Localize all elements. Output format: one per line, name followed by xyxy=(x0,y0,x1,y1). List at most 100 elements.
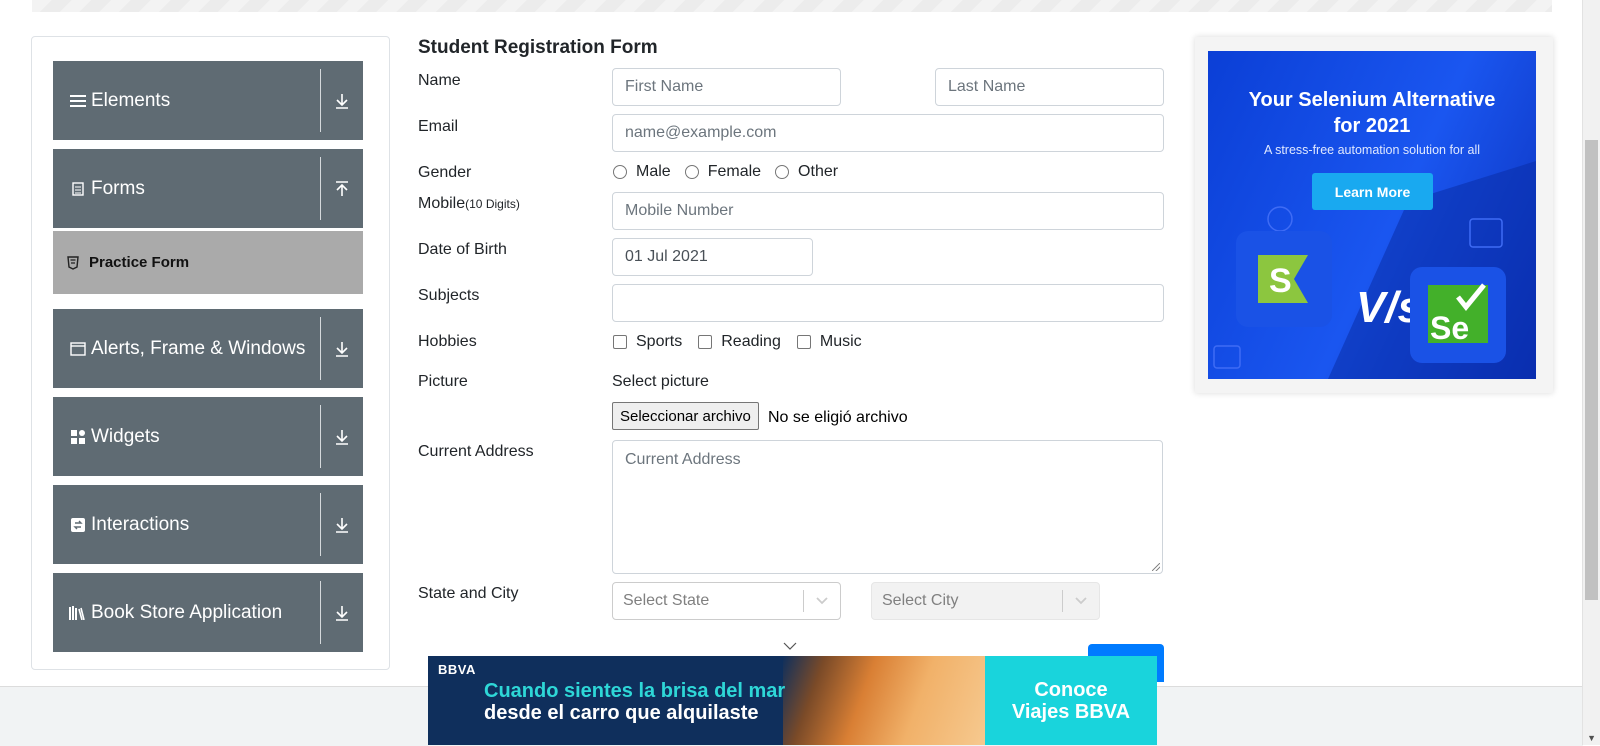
mobile-input[interactable] xyxy=(612,192,1164,230)
divider xyxy=(320,493,321,556)
expand-arrow-icon[interactable] xyxy=(329,485,355,564)
choose-file-button[interactable]: Seleccionar archivo xyxy=(612,402,759,430)
hobby-reading-label: Reading xyxy=(721,333,781,350)
hobby-music-option[interactable]: Music xyxy=(796,333,862,351)
ad-cta-line2: Viajes BBVA xyxy=(1011,700,1131,723)
document-icon xyxy=(69,180,87,198)
learn-more-button[interactable]: Learn More xyxy=(1312,173,1433,210)
divider xyxy=(320,317,321,380)
scroll-down-arrow-icon[interactable]: ▼ xyxy=(1587,733,1596,743)
expand-arrow-icon[interactable] xyxy=(329,573,355,652)
email-input[interactable] xyxy=(612,114,1164,152)
last-name-input[interactable] xyxy=(935,68,1164,106)
sidebar-group-book-store[interactable]: Book Store Application xyxy=(53,573,363,652)
sidebar-group-forms[interactable]: Forms xyxy=(53,149,363,228)
ad-subtitle: A stress-free automation solution for al… xyxy=(1263,143,1481,157)
mobile-hint: (10 Digits) xyxy=(465,197,520,211)
scrollbar-thumb[interactable] xyxy=(1585,140,1598,600)
state-select[interactable]: Select State xyxy=(612,582,841,620)
name-label: Name xyxy=(418,72,461,89)
sidebar-group-label: Book Store Application xyxy=(91,601,283,623)
ad-cta-line1: Conoce xyxy=(1034,678,1108,701)
expand-arrow-icon[interactable] xyxy=(329,309,355,388)
bottom-ad-banner[interactable]: BBVA Cuando sientes la brisa del mar des… xyxy=(428,656,1157,745)
hobby-sports-option[interactable]: Sports xyxy=(613,333,682,351)
sidebar-group-label: Widgets xyxy=(91,425,160,447)
bbva-logo: BBVA xyxy=(438,662,476,677)
page-scrollbar[interactable]: ▼ xyxy=(1582,0,1600,745)
chevron-down-icon[interactable] xyxy=(783,641,797,651)
expand-arrow-icon[interactable] xyxy=(329,397,355,476)
widgets-icon xyxy=(69,428,87,446)
ad-title-line2: for 2021 xyxy=(1333,115,1411,137)
dob-label: Date of Birth xyxy=(418,241,507,258)
divider xyxy=(320,581,321,644)
radio-button[interactable] xyxy=(613,165,627,179)
checkbox[interactable] xyxy=(613,335,627,349)
divider xyxy=(320,405,321,468)
ad-title: Your Selenium Alternative for 2021 xyxy=(1208,87,1536,139)
divider xyxy=(320,69,321,132)
hobby-music-label: Music xyxy=(819,333,862,350)
sidebar-group-interactions[interactable]: Interactions xyxy=(53,485,363,564)
ad-logo-left-letter: S xyxy=(1269,262,1292,300)
gender-female-label: Female xyxy=(707,163,762,180)
selenium-logo-icon: Se xyxy=(1410,267,1506,363)
radio-button[interactable] xyxy=(684,165,699,179)
sidebar-group-elements[interactable]: Elements xyxy=(53,61,363,140)
sidebar-group-widgets[interactable]: Widgets xyxy=(53,397,363,476)
address-placeholder: Current Address xyxy=(625,451,741,468)
city-select[interactable]: Select City xyxy=(871,582,1100,620)
hobbies-checkbox-group: Sports Reading Music xyxy=(613,333,862,351)
sidebar-group-label: Elements xyxy=(91,89,171,111)
mobile-label: Mobile(10 Digits) xyxy=(418,195,520,213)
ad-cta-button[interactable]: Conoce Viajes BBVA xyxy=(985,656,1157,745)
file-status-text: No se eligió archivo xyxy=(768,409,908,426)
divider xyxy=(320,157,321,220)
sidebar-group-alerts[interactable]: Alerts, Frame & Windows xyxy=(53,309,363,388)
dob-input[interactable] xyxy=(612,238,813,276)
sidebar-item-label: Practice Form xyxy=(89,254,190,271)
address-label: Current Address xyxy=(418,443,534,460)
collapse-arrow-icon[interactable] xyxy=(329,149,355,228)
gender-female-option[interactable]: Female xyxy=(684,163,762,181)
menu-icon xyxy=(69,92,87,110)
current-address-textarea[interactable]: Current Address xyxy=(612,440,1163,574)
chevron-down-icon[interactable] xyxy=(804,596,840,606)
first-name-input[interactable] xyxy=(612,68,841,106)
ad-title-line1: Your Selenium Alternative xyxy=(1248,89,1496,111)
interactions-icon xyxy=(69,516,87,534)
chevron-down-icon[interactable] xyxy=(1063,596,1099,606)
ad-headline-line2: desde el carro que alquilaste xyxy=(484,702,759,724)
checkbox[interactable] xyxy=(796,335,811,349)
katalon-logo-icon: S xyxy=(1236,231,1332,327)
gender-radio-group: Male Female Other xyxy=(613,163,838,181)
right-ad-banner[interactable]: Your Selenium Alternative for 2021 A str… xyxy=(1195,37,1553,393)
gender-male-option[interactable]: Male xyxy=(613,163,671,181)
state-select-value: Select State xyxy=(623,592,710,609)
checkbox[interactable] xyxy=(698,335,713,349)
city-select-value: Select City xyxy=(882,592,959,609)
sidebar-item-practice-form[interactable]: Practice Form xyxy=(53,231,363,294)
ad-photo xyxy=(783,656,985,745)
gender-other-label: Other xyxy=(798,163,839,180)
sidebar-group-label: Alerts, Frame & Windows xyxy=(91,337,306,359)
expand-arrow-icon[interactable] xyxy=(329,61,355,140)
form-title: Student Registration Form xyxy=(418,37,658,58)
sidebar-group-label: Forms xyxy=(91,177,145,199)
sidebar-group-label: Interactions xyxy=(91,513,190,535)
ad-logo-right-letters: Se xyxy=(1430,310,1469,346)
radio-button[interactable] xyxy=(775,165,790,179)
subjects-label: Subjects xyxy=(418,287,480,304)
gender-other-option[interactable]: Other xyxy=(775,163,838,181)
sidebar-panel: Elements Forms Practice Form Alerts, Fra… xyxy=(31,36,390,670)
mobile-label-text: Mobile xyxy=(418,195,466,212)
gender-label: Gender xyxy=(418,164,472,181)
email-label: Email xyxy=(418,118,459,135)
subjects-input[interactable] xyxy=(612,284,1164,322)
hobby-reading-option[interactable]: Reading xyxy=(698,333,781,351)
state-city-label: State and City xyxy=(418,585,519,602)
hobbies-label: Hobbies xyxy=(418,333,477,350)
html5-icon xyxy=(67,255,83,271)
resize-grip-icon[interactable] xyxy=(1152,563,1160,571)
